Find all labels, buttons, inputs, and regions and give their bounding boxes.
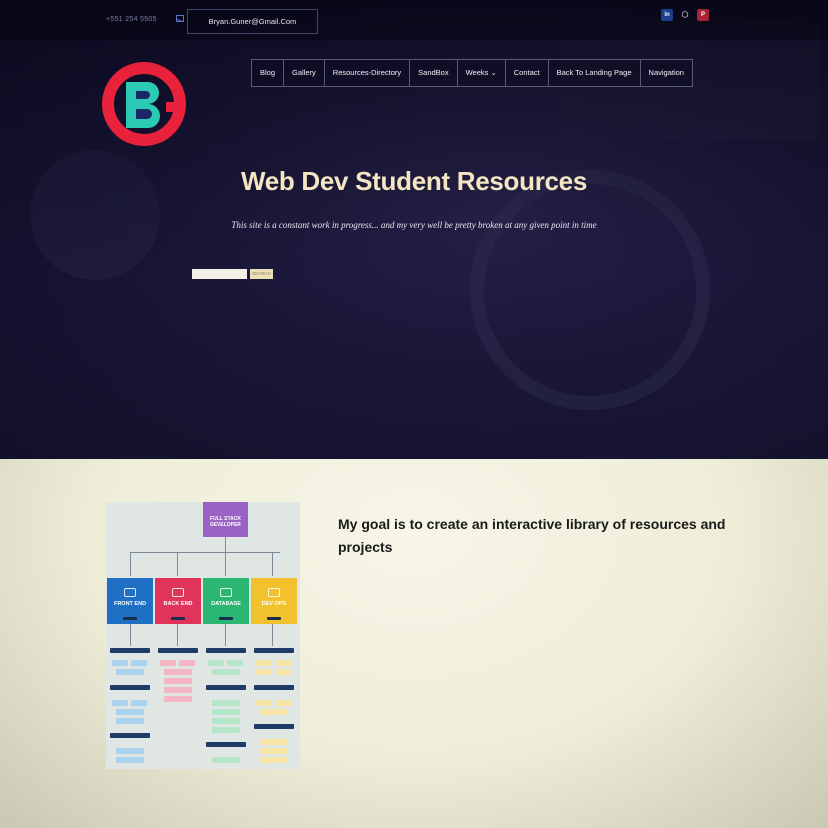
search-input[interactable] <box>192 269 247 279</box>
roadmap-col-front-end: FRONT END <box>107 578 153 624</box>
nav-navigation[interactable]: Navigation <box>639 59 693 87</box>
roadmap-top-box: FULL STACK DEVELOPER <box>203 502 248 537</box>
page-title: Web Dev Student Resources <box>240 166 587 196</box>
page-subtitle: This site is a constant work in progress… <box>231 220 597 230</box>
nav-contact[interactable]: Contact <box>504 59 549 87</box>
roadmap-col-dev-ops: DEV OPS <box>251 578 297 624</box>
site-logo[interactable] <box>100 58 188 150</box>
pinterest-icon[interactable]: P <box>697 9 709 21</box>
full-stack-roadmap-image: FULL STACK DEVELOPER FRONT END BACK END … <box>106 502 300 769</box>
top-bar: +551 254 5505 Bryan.Guner@Gmail.Com in ◯… <box>0 0 828 40</box>
nav-gallery[interactable]: Gallery <box>283 59 325 87</box>
linkedin-icon[interactable]: in <box>661 9 673 21</box>
nav-sandbox[interactable]: SandBox <box>409 59 458 87</box>
nav-resources-directory[interactable]: Resources-Directory <box>323 59 411 87</box>
phone-number: +551 254 5505 <box>106 16 157 23</box>
search-button[interactable]: SEARCH <box>250 269 273 279</box>
nav-back-to-landing[interactable]: Back To Landing Page <box>547 59 641 87</box>
roadmap-col-back-end: BACK END <box>155 578 201 624</box>
main-nav: Blog Gallery Resources-Directory SandBox… <box>251 59 693 87</box>
mail-icon <box>176 15 184 22</box>
github-icon[interactable]: ◯ <box>679 9 691 21</box>
goal-statement: My goal is to create an interactive libr… <box>338 516 726 555</box>
nav-blog[interactable]: Blog <box>251 59 285 87</box>
hero-section: +551 254 5505 Bryan.Guner@Gmail.Com in ◯… <box>0 0 828 459</box>
nav-weeks-dropdown[interactable]: Weeks ⌄ <box>456 59 506 87</box>
roadmap-col-database: DATABASE <box>203 578 249 624</box>
email-link[interactable]: Bryan.Guner@Gmail.Com <box>187 9 318 34</box>
